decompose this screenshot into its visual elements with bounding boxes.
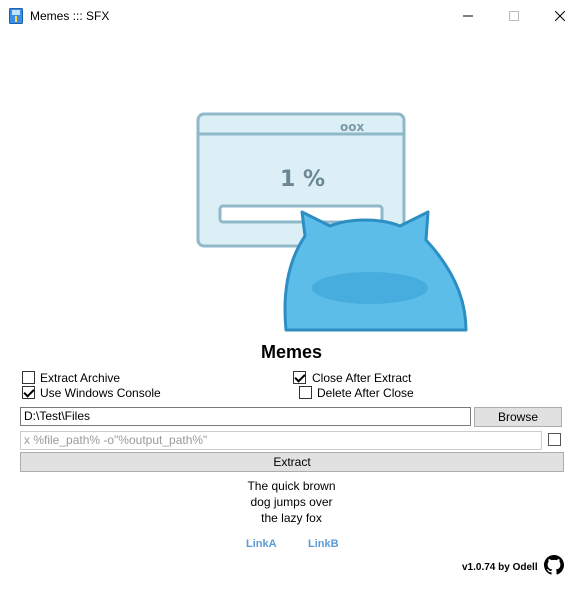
use-windows-console-checkbox[interactable] [22,386,35,399]
command-enable-checkbox[interactable] [548,433,561,446]
progress-text: 1 % [280,167,325,192]
delete-after-close-label: Delete After Close [317,386,414,400]
app-heading: Memes [260,342,323,362]
minimize-icon [463,15,473,17]
github-icon[interactable] [544,555,564,575]
browse-button[interactable]: Browse [474,407,562,427]
maximize-button[interactable] [491,0,537,32]
path-input[interactable]: D:\Test\Files [20,407,471,426]
link-a[interactable]: LinkA [246,538,277,550]
description-line-1: The quick brown [247,479,336,493]
title-bar: Memes ::: SFX [0,0,583,32]
extract-archive-checkbox[interactable] [22,371,35,384]
extract-archive-label: Extract Archive [40,371,121,385]
window-title: Memes ::: SFX [30,9,110,23]
description-line-2: dog jumps over [250,495,333,509]
description-text: The quick brown dog jumps over the lazy … [0,478,583,526]
maximize-icon [509,11,519,21]
description-line-3: the lazy fox [261,511,322,525]
archive-app-icon [9,8,23,24]
cat-peeking-progress-window-image: oox 1 % [196,112,468,332]
close-after-extract-label: Close After Extract [312,371,412,385]
minimize-button[interactable] [445,0,491,32]
delete-after-close-checkbox[interactable] [299,386,312,399]
version-label: v1.0.74 by Odell [462,562,538,573]
close-icon [555,11,565,21]
extract-button[interactable]: Extract [20,452,564,472]
use-windows-console-label: Use Windows Console [40,386,161,400]
command-input[interactable]: x %file_path% -o"%output_path%" [20,431,542,450]
window-caption-text: oox [340,120,364,134]
close-button[interactable] [537,0,583,32]
link-b[interactable]: LinkB [308,538,339,550]
close-after-extract-checkbox[interactable] [293,371,306,384]
